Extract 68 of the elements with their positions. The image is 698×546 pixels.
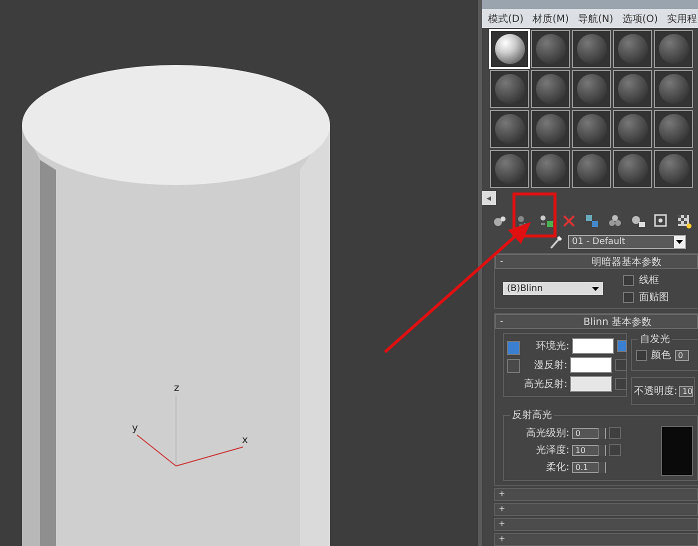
rollout-header[interactable]: - Blinn 基本参数	[495, 314, 698, 329]
menu-item[interactable]: 选项(O)	[622, 12, 658, 26]
checkbox-label: 线框	[639, 274, 659, 287]
lock-toggle-button[interactable]	[507, 341, 520, 355]
color-swatch[interactable]	[570, 376, 612, 392]
color-label: 高光反射:	[524, 378, 568, 391]
collapsed-rollout[interactable]: +	[494, 503, 698, 516]
scroll-left-button[interactable]: ◂	[482, 191, 496, 205]
checkbox-label: 面贴图	[639, 290, 669, 304]
checkbox[interactable]	[623, 274, 634, 286]
toolbar-button[interactable]	[676, 213, 692, 229]
menu-item[interactable]: 材质(M)	[532, 12, 569, 26]
axis-label: y	[132, 423, 138, 434]
opacity-label: 不透明度:	[634, 384, 678, 398]
menu-item[interactable]: 导航(N)	[578, 12, 614, 26]
shader-dropdown[interactable]: (B)Blinn	[503, 282, 603, 295]
lock-button[interactable]	[617, 340, 628, 352]
color-label: 漫反射:	[534, 358, 568, 372]
toolbar-button[interactable]	[653, 213, 669, 229]
checkbox[interactable]	[623, 292, 634, 302]
checkbox-label: 颜色	[651, 348, 671, 362]
axis-label: x	[242, 435, 248, 446]
spheres-icon	[607, 213, 623, 229]
number-field[interactable]: 0	[675, 350, 689, 360]
collapsed-rollout[interactable]: +	[494, 518, 698, 531]
expand-toggle[interactable]: +	[495, 518, 505, 530]
expand-toggle[interactable]: +	[495, 504, 505, 516]
checkbox[interactable]	[636, 350, 647, 360]
toolbar-button[interactable]	[538, 213, 554, 229]
collapse-toggle[interactable]: -	[496, 256, 504, 268]
toolbar-button[interactable]	[630, 213, 646, 229]
axis-label: z	[174, 383, 180, 394]
color-swatch[interactable]	[572, 338, 614, 354]
collapsed-rollout[interactable]: +	[494, 488, 698, 501]
expand-toggle[interactable]: +	[495, 488, 505, 500]
spinner-field[interactable]: 0	[572, 428, 606, 438]
color-label: 环境光:	[536, 340, 570, 353]
spinner-field[interactable]: 0.1	[572, 462, 606, 472]
highlight-frame	[512, 192, 556, 238]
toolbar-button[interactable]	[584, 213, 600, 229]
material-name-field[interactable]: 01 - Default	[568, 235, 686, 249]
close-icon	[561, 213, 577, 229]
toolbar-button[interactable]	[607, 213, 623, 229]
number-field[interactable]: 10	[679, 386, 694, 396]
expand-toggle[interactable]: +	[495, 534, 505, 546]
field-label: 柔化:	[546, 460, 570, 474]
checker-icon	[676, 213, 692, 229]
field-label: 光泽度:	[536, 444, 570, 457]
spinner-field[interactable]: 10	[572, 444, 606, 456]
menu-item[interactable]: 实用程	[666, 12, 697, 26]
caret-icon	[676, 240, 683, 244]
lock-toggle-button[interactable]	[507, 359, 520, 373]
menu-item[interactable]: 模式(D)	[488, 12, 524, 26]
eyedropper-icon[interactable]	[550, 235, 562, 249]
assign-material-icon	[538, 213, 554, 229]
copy-icon	[584, 213, 600, 229]
caret-icon	[592, 286, 599, 290]
group-title: 自发光	[638, 332, 672, 346]
rollout-header[interactable]: - 明暗器基本参数	[495, 254, 698, 269]
rollout-title: Blinn 基本参数	[583, 316, 652, 328]
rollout-title: 明暗器基本参数	[591, 256, 662, 268]
field-label: 高光级别:	[526, 426, 570, 440]
collapse-toggle[interactable]: -	[496, 316, 504, 328]
collapsed-rollout[interactable]: +	[494, 533, 698, 546]
highlight-graph	[661, 426, 693, 476]
sphere-box-icon	[630, 213, 646, 229]
group-title: 反射高光	[510, 408, 554, 422]
color-swatch[interactable]	[570, 357, 612, 373]
